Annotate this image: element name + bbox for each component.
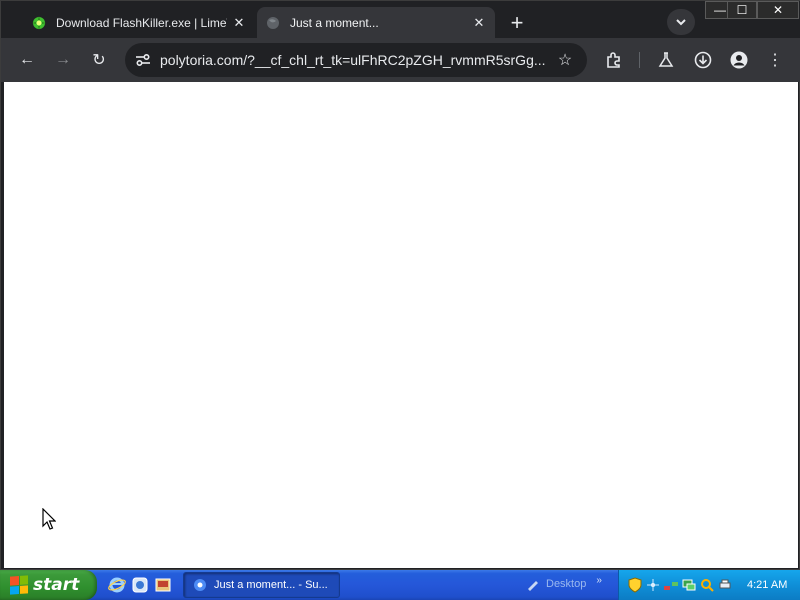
start-button[interactable]: start [0,570,97,600]
clock: 4:21 AM [747,579,788,591]
maximize-button[interactable]: ☐ [727,1,757,19]
profile-avatar-icon[interactable] [725,46,753,74]
bookmark-star-icon[interactable]: ☆ [551,46,579,74]
close-window-button[interactable]: ✕ [757,1,799,19]
tab-search-button[interactable] [667,9,695,35]
address-bar[interactable]: polytoria.com/?__cf_chl_rt_tk=ulFhRC2pZG… [125,43,587,77]
desktop-pen-icon [528,581,538,591]
toolbar-expand-chevron[interactable]: » [596,575,602,586]
search-magnifier-icon[interactable] [699,577,715,593]
browser-app-icon [192,577,208,593]
mouse-cursor-icon [42,507,57,535]
url-text[interactable]: polytoria.com/?__cf_chl_rt_tk=ulFhRC2pZG… [160,52,551,68]
back-button[interactable]: ← [13,46,41,74]
menu-kebab-icon[interactable]: ⋮ [761,46,789,74]
toolbar-divider [639,52,640,68]
globe-loading-icon [265,15,281,31]
tab-limewire[interactable]: Download FlashKiller.exe | LimeWi ✕ [23,7,255,38]
browser-toolbar: ← → ↻ polytoria.com/?__cf_chl_rt_tk=ulFh… [1,38,800,82]
start-label: start [33,575,80,595]
quicklaunch-app-icon[interactable] [131,576,149,594]
new-tab-button[interactable]: + [503,9,531,37]
network-connection-icon[interactable] [681,577,697,593]
tab-close-icon[interactable]: ✕ [467,11,491,35]
browser-window: Download FlashKiller.exe | LimeWi ✕ Just… [0,0,800,570]
chevron-down-icon [676,18,686,25]
reload-button[interactable]: ↻ [85,46,113,74]
bluetooth-sparkle-icon[interactable] [645,577,661,593]
tab-just-a-moment[interactable]: Just a moment... ✕ [257,7,495,38]
desktop-label: Desktop [546,578,587,590]
xp-taskbar: start Just a moment... - Su... Desktop » [0,570,800,600]
printer-icon[interactable] [717,577,733,593]
site-info-icon[interactable] [129,46,157,74]
windows-logo-icon [10,575,28,595]
forward-button[interactable]: → [49,46,77,74]
taskbar-window-title: Just a moment... - Su... [214,579,328,591]
tab-title: Download FlashKiller.exe | LimeWi [56,15,227,30]
tab-strip: Download FlashKiller.exe | LimeWi ✕ Just… [1,1,800,38]
internet-explorer-icon[interactable] [108,576,126,594]
desktop-toolbar[interactable]: Desktop » [526,575,602,591]
page-content [4,82,798,568]
network-icon[interactable] [663,577,679,593]
download-icon[interactable] [689,46,717,74]
tab-title: Just a moment... [290,15,379,30]
tab-close-icon[interactable]: ✕ [227,11,251,35]
taskbar-window-button[interactable]: Just a moment... - Su... [183,572,340,598]
show-desktop-icon[interactable] [154,576,172,594]
security-shield-icon[interactable] [627,577,643,593]
labs-flask-icon[interactable] [652,46,680,74]
limewire-icon [31,15,47,31]
extensions-icon[interactable] [600,46,628,74]
system-tray: 4:21 AM [618,570,800,600]
